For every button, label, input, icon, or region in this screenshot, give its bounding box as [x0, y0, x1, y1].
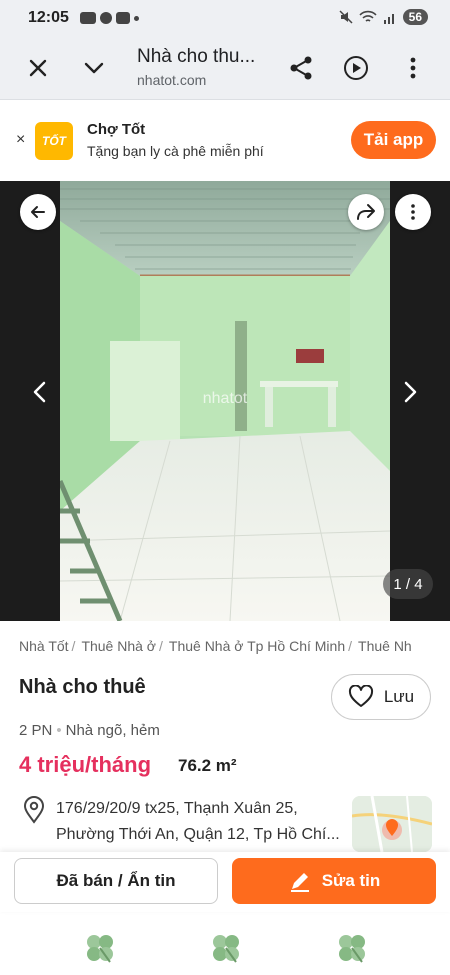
messenger-icon	[100, 12, 112, 24]
banner-close-icon[interactable]: ×	[16, 131, 25, 149]
dot-icon	[134, 15, 139, 21]
close-icon[interactable]	[24, 54, 52, 82]
page-url: nhatot.com	[137, 72, 207, 88]
save-label: Lưu	[383, 687, 415, 706]
more-vert-icon	[411, 204, 415, 220]
listing-meta: 2 PN • Nhà ngõ, hẻm	[19, 722, 160, 739]
banner-subtitle: Tặng bạn ly cà phê miễn phí	[87, 143, 264, 159]
mail-icon	[116, 12, 130, 24]
arrow-left-icon	[31, 206, 45, 218]
breadcrumb-item[interactable]: Thuê Nh	[358, 638, 412, 654]
share-icon[interactable]	[286, 53, 316, 83]
clover-icon	[87, 935, 113, 963]
battery-level: 56	[402, 9, 428, 25]
house-type: Nhà ngõ, hẻm	[65, 722, 160, 739]
pencil-icon	[290, 873, 309, 892]
chevron-left-icon	[33, 381, 46, 403]
gallery-back-button[interactable]	[20, 194, 56, 230]
play-icon[interactable]	[341, 53, 371, 83]
photo-gallery[interactable]: nhatot 1 / 4	[0, 181, 450, 621]
listing-photo: nhatot	[60, 181, 390, 621]
listing-address[interactable]: 176/29/20/9 tx25, Thạnh Xuân 25, Phường …	[56, 796, 346, 848]
status-bar: 12:05 56	[0, 0, 450, 36]
cho-tot-logo: TỐT	[35, 122, 73, 160]
breadcrumb: Nhà Tốt / Thuê Nhà ở / Thuê Nhà ở Tp Hồ Ch…	[19, 638, 412, 654]
gallery-next-button[interactable]	[394, 376, 426, 408]
bedrooms: 2 PN	[19, 722, 53, 739]
bottom-action-bar: Đã bán / Ẩn tin Sửa tin	[0, 852, 450, 912]
address-line: Phường Thới An, Quận 12, Tp Hồ Chí...	[56, 826, 340, 843]
listing-area: 76.2 m²	[178, 756, 237, 775]
chevron-down-icon[interactable]	[80, 54, 108, 82]
sold-hide-button[interactable]: Đã bán / Ẩn tin	[14, 858, 218, 904]
listing-price: 4 triệu/tháng	[19, 752, 152, 777]
notification-icons	[80, 12, 139, 24]
edit-label: Sửa tin	[321, 871, 381, 890]
breadcrumb-item[interactable]: Thuê Nhà ở	[81, 638, 156, 654]
signal-icon	[383, 14, 394, 24]
decorative-footer	[0, 920, 450, 975]
more-vert-icon[interactable]	[398, 53, 428, 83]
map-thumbnail[interactable]	[352, 796, 432, 852]
mute-icon	[339, 10, 353, 24]
banner-app-name: Chợ Tốt	[87, 121, 146, 138]
location-pin-icon	[23, 796, 45, 824]
app-install-banner: × TỐT Chợ Tốt Tặng bạn ly cà phê miễn ph…	[0, 101, 450, 181]
photo-watermark: nhatot	[203, 390, 248, 407]
clover-icon	[213, 935, 239, 963]
system-icons: 56	[339, 9, 428, 25]
edit-listing-button[interactable]: Sửa tin	[232, 858, 436, 904]
gallery-share-button[interactable]	[348, 194, 384, 230]
browser-toolbar: Nhà cho thu... nhatot.com	[0, 36, 450, 100]
gallery-previous-button[interactable]	[24, 376, 56, 408]
gallery-counter: 1 / 4	[383, 569, 433, 599]
breadcrumb-item[interactable]: Nhà Tốt	[19, 638, 69, 654]
listing-title: Nhà cho thuê	[19, 676, 146, 698]
wifi-icon	[359, 10, 377, 22]
save-button[interactable]: Lưu	[331, 674, 431, 720]
breadcrumb-item[interactable]: Thuê Nhà ở Tp Hồ Chí Minh	[169, 638, 345, 654]
install-app-button[interactable]: Tải app	[351, 121, 436, 159]
zalo-icon	[80, 12, 96, 24]
address-line: 176/29/20/9 tx25, Thạnh Xuân 25,	[56, 800, 298, 817]
gallery-more-button[interactable]	[395, 194, 431, 230]
heart-icon	[348, 685, 373, 707]
page-title: Nhà cho thu...	[137, 46, 256, 67]
forward-share-icon	[357, 204, 375, 220]
chevron-right-icon	[404, 381, 417, 403]
status-time: 12:05	[28, 9, 69, 26]
clover-icon	[339, 935, 365, 963]
